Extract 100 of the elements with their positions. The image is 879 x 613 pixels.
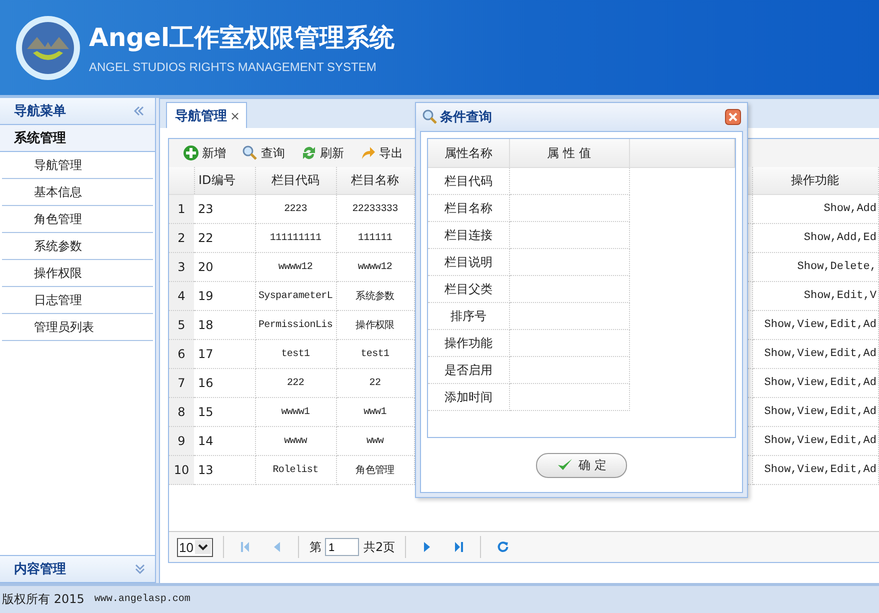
property-name: 栏目代码: [428, 168, 509, 194]
toolbar-button[interactable]: 刷新: [295, 141, 350, 165]
value-field[interactable]: [509, 384, 629, 410]
toolbar-button[interactable]: 新增: [177, 141, 232, 165]
table-cell: wwww12: [336, 252, 414, 282]
value-field[interactable]: [509, 356, 629, 384]
arrow-icon: [360, 145, 376, 161]
row-number: 2: [169, 224, 194, 252]
table-cell: 222: [255, 368, 336, 398]
value-field[interactable]: [509, 248, 629, 276]
value-field[interactable]: [509, 276, 629, 302]
value-field[interactable]: [509, 222, 629, 248]
column-header[interactable]: ID编号: [194, 167, 255, 194]
row-number: 4: [169, 282, 194, 310]
tab[interactable]: 导航管理 ×: [166, 102, 248, 128]
table-cell: 18: [194, 310, 255, 340]
logo-icon: [15, 14, 81, 80]
website-text: www.angelasp.com: [94, 594, 190, 605]
confirm-button[interactable]: 确 定: [536, 452, 628, 478]
sidebar-item[interactable]: 操作权限: [2, 260, 153, 287]
table-cell: Show,Edit,V: [752, 282, 878, 310]
table-cell: 2223: [255, 194, 336, 224]
table-cell: 系统参数: [336, 282, 414, 310]
table-cell: 111111111: [255, 224, 336, 252]
sidebar-item[interactable]: 基本信息: [2, 179, 153, 206]
app-title: Angel工作室权限管理系统: [89, 22, 395, 54]
table-cell: www: [336, 426, 414, 456]
table-cell: PermissionLis: [255, 310, 336, 340]
property-name: 栏目连接: [428, 222, 509, 248]
sidebar-group[interactable]: 系统管理: [0, 125, 155, 152]
table-cell: 15: [194, 398, 255, 426]
table-cell: 14: [194, 426, 255, 456]
property-name: 栏目说明: [428, 248, 509, 276]
sidebar-item[interactable]: 角色管理: [2, 206, 153, 233]
checkmark-icon: [556, 458, 573, 472]
sidebar-item[interactable]: 管理员列表: [2, 314, 153, 341]
table-cell: 操作权限: [336, 310, 414, 340]
plus-icon: [183, 145, 199, 161]
sidebar-item[interactable]: 日志管理: [2, 287, 153, 314]
column-header: 属 性 值: [509, 139, 629, 168]
property-name: 排序号: [428, 302, 509, 330]
dropdown-icon: [195, 540, 212, 554]
page-count: 共2页: [363, 538, 396, 556]
table-cell: Show,View,Edit,Ad: [752, 340, 878, 368]
column-header[interactable]: 栏目名称: [336, 167, 414, 194]
table-cell: 20: [194, 252, 255, 282]
close-icon[interactable]: ×: [230, 108, 240, 122]
table-cell: www1: [336, 398, 414, 426]
search-icon: [242, 145, 258, 161]
sidebar-group[interactable]: 内容管理: [0, 555, 155, 583]
toolbar-button[interactable]: 导出: [354, 141, 409, 165]
table-cell: Show,View,Edit,Ad: [752, 310, 878, 340]
table-cell: Show,View,Edit,Ad: [752, 426, 878, 456]
row-number: 6: [169, 340, 194, 368]
row-number: 8: [169, 398, 194, 426]
table-cell: Show,Delete,: [752, 252, 878, 282]
table-cell: Show,View,Edit,Ad: [752, 456, 878, 484]
property-name: 栏目名称: [428, 194, 509, 222]
last-page-icon[interactable]: [454, 541, 464, 553]
table-cell: 13: [194, 456, 255, 484]
value-field[interactable]: [509, 194, 629, 222]
row-number: 1: [169, 194, 194, 224]
next-page-icon[interactable]: [422, 541, 432, 553]
table-cell: 111111: [336, 224, 414, 252]
table-cell: Show,View,Edit,Ad: [752, 368, 878, 398]
property-name: 操作功能: [428, 330, 509, 356]
column-header[interactable]: 操作功能: [752, 167, 878, 194]
sidebar-item[interactable]: 系统参数: [2, 233, 153, 260]
table-cell: test1: [336, 340, 414, 368]
table-cell: Show,Add,Ed: [752, 224, 878, 252]
expand-icon: [135, 563, 145, 575]
table-cell: 22: [194, 224, 255, 252]
table-cell: SysparameterL: [255, 282, 336, 310]
table-cell: Show,Add: [752, 194, 878, 224]
row-number: 10: [169, 456, 194, 484]
property-name: 栏目父类: [428, 276, 509, 302]
page-input[interactable]: 1: [325, 538, 360, 556]
value-field[interactable]: [509, 330, 629, 356]
sidebar-item[interactable]: 导航管理: [2, 152, 153, 179]
row-number: 9: [169, 426, 194, 456]
close-icon[interactable]: [725, 109, 741, 125]
sidebar-title: 导航菜单: [14, 102, 66, 120]
copyright-text: 版权所有 2015: [2, 591, 84, 608]
column-header: 属性名称: [428, 139, 509, 168]
page-size-select[interactable]: 10: [177, 538, 214, 556]
reload-icon[interactable]: [497, 541, 510, 553]
value-field[interactable]: [509, 168, 629, 194]
table-cell: Rolelist: [255, 456, 336, 484]
table-cell: Show,View,Edit,Ad: [752, 398, 878, 426]
row-number: 5: [169, 310, 194, 340]
collapse-icon[interactable]: [133, 106, 145, 116]
dialog-title: 条件查询: [440, 109, 492, 126]
table-cell: 23: [194, 194, 255, 224]
toolbar-button[interactable]: 查询: [236, 141, 291, 165]
table-cell: wwww12: [255, 252, 336, 282]
table-cell: wwww: [255, 426, 336, 456]
value-field[interactable]: [509, 302, 629, 330]
table-cell: 22: [336, 368, 414, 398]
app-subtitle: ANGEL STUDIOS RIGHTS MANAGEMENT SYSTEM: [89, 60, 378, 74]
column-header[interactable]: 栏目代码: [255, 167, 336, 194]
